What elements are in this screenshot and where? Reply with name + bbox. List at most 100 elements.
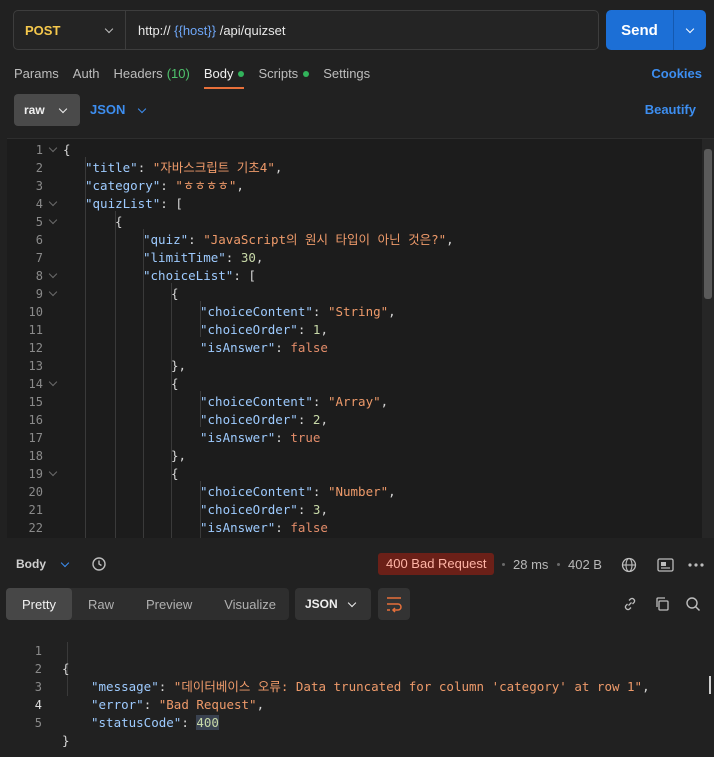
response-body-selector[interactable]: Body (16, 557, 70, 571)
code-text: { (171, 465, 179, 483)
wrap-lines-button[interactable] (378, 588, 410, 620)
editor-line: 2 "title": "자바스크립트 기초4", (7, 159, 707, 177)
code-text: "category": "ㅎㅎㅎㅎ", (85, 178, 244, 193)
tab-auth-label: Auth (72, 66, 100, 81)
json-punctuation: : [ (233, 268, 256, 283)
tab-raw[interactable]: Raw (72, 588, 130, 620)
url-input[interactable]: http:// {{host}} /api/quizset (126, 23, 285, 38)
json-key: "isAnswer" (200, 520, 276, 535)
tab-headers-label: Headers (113, 66, 163, 81)
response-format-label: JSON (305, 597, 338, 611)
tab-auth[interactable]: Auth (73, 66, 100, 89)
response-time[interactable]: 28 ms (513, 557, 548, 572)
code-text: "title": "자바스크립트 기초4", (85, 160, 283, 175)
separator-dot (502, 563, 505, 566)
cookies-link[interactable]: Cookies (651, 66, 702, 81)
code-text: "choiceContent": "Number", (200, 484, 396, 499)
send-button[interactable]: Send (606, 10, 674, 50)
fold-chevron-icon[interactable] (49, 201, 57, 209)
json-punctuation: }, (171, 448, 187, 463)
link-icon[interactable] (622, 596, 638, 612)
copy-icon[interactable] (654, 596, 670, 612)
line-number: 12 (28, 341, 43, 355)
body-format-selector[interactable]: JSON (90, 102, 147, 117)
json-key: "quizList" (85, 196, 161, 211)
editor-scroll-thumb[interactable] (704, 149, 712, 299)
editor-line: 16 "choiceOrder": 2, (7, 411, 707, 429)
json-key: "statusCode" (91, 715, 182, 730)
code-text: "quiz": "JavaScript의 원시 타입이 아닌 것은?", (143, 232, 454, 247)
response-line: 2 "message": "데이터베이스 오류: Data truncated … (0, 642, 700, 694)
response-format-selector[interactable]: JSON (295, 588, 371, 620)
line-number: 21 (28, 503, 43, 517)
response-body-label: Body (16, 557, 46, 571)
url-prefix: http:// (138, 22, 175, 38)
body-mode-selector[interactable]: raw (14, 94, 80, 126)
tab-preview[interactable]: Preview (130, 588, 208, 620)
fold-chevron-icon[interactable] (49, 381, 57, 389)
url-suffix: /api/quizset (216, 22, 286, 38)
code-text: "quizList": [ (85, 195, 183, 213)
search-icon[interactable] (685, 596, 701, 612)
tab-visualize[interactable]: Visualize (208, 588, 292, 620)
tab-pretty[interactable]: Pretty (6, 588, 72, 620)
tab-params-label: Params (14, 66, 59, 81)
json-string: "JavaScript의 원시 타입이 아닌 것은?" (203, 232, 447, 247)
line-number: 4 (35, 197, 43, 211)
json-key: "choiceContent" (200, 304, 313, 319)
chevron-down-icon (58, 105, 68, 115)
editor-line: 12 "isAnswer": false (7, 339, 707, 357)
method-selector[interactable]: POST (14, 11, 126, 49)
send-dropdown[interactable] (674, 10, 706, 50)
tab-params[interactable]: Params (14, 66, 59, 89)
status-badge[interactable]: 400 Bad Request (378, 553, 495, 575)
body-format-label: JSON (90, 102, 126, 117)
line-number: 14 (28, 377, 43, 391)
scripts-dot-indicator (303, 70, 310, 77)
json-punctuation: { (171, 376, 179, 391)
json-string: "String" (327, 304, 389, 319)
editor-line: 13}, (7, 357, 707, 375)
fold-chevron-icon[interactable] (49, 273, 57, 281)
tab-scripts[interactable]: Scripts (258, 66, 310, 89)
json-boolean: false (290, 520, 328, 535)
fold-chevron-icon[interactable] (49, 291, 57, 299)
editor-line: 11 "choiceOrder": 1, (7, 321, 707, 339)
more-options-icon[interactable] (688, 563, 704, 567)
fold-chevron-icon[interactable] (49, 219, 57, 227)
history-icon[interactable] (91, 556, 107, 572)
chevron-down-icon (685, 25, 695, 35)
globe-icon[interactable] (621, 557, 637, 573)
save-response-icon[interactable] (657, 558, 674, 572)
tab-body-label: Body (203, 66, 234, 81)
line-number: 22 (28, 521, 43, 535)
request-body-editor[interactable]: 1{2 "title": "자바스크립트 기초4", 3 "category": "ㅎ… (7, 138, 714, 538)
response-view-tabs: Pretty Raw Preview Visualize (6, 588, 289, 620)
editor-line: 20 "choiceContent": "Number", (7, 483, 707, 501)
fold-chevron-icon[interactable] (49, 471, 57, 479)
tab-settings[interactable]: Settings (323, 66, 370, 89)
tab-body[interactable]: Body (203, 66, 245, 89)
beautify-button[interactable]: Beautify (645, 102, 696, 117)
line-number: 13 (28, 359, 43, 373)
editor-line: 4 "quizList": [ (7, 195, 707, 213)
response-size[interactable]: 402 B (568, 557, 602, 572)
response-line: 4 "statusCode": 400 (0, 678, 700, 730)
code-text: "choiceOrder": 3, (200, 502, 328, 517)
code-text: }, (171, 357, 186, 375)
line-number: 5 (34, 716, 42, 730)
response-body-viewer[interactable]: 1 { 2 "message": "데이터베이스 오류: Data trunca… (0, 624, 714, 757)
body-dot-indicator (238, 70, 245, 77)
method-label: POST (25, 22, 61, 38)
json-key: "choiceContent" (200, 394, 313, 409)
json-key: "limitTime" (143, 250, 226, 265)
editor-line: 9{ (7, 285, 707, 303)
fold-chevron-icon[interactable] (49, 147, 57, 155)
code-text: } (62, 732, 70, 750)
request-tabs: Params Auth Headers (10) Body Scripts Set… (14, 66, 384, 89)
editor-scrollbar[interactable] (702, 139, 714, 538)
json-string: "Array" (327, 394, 381, 409)
line-number: 16 (28, 413, 43, 427)
tab-headers[interactable]: Headers (10) (114, 66, 190, 89)
json-punctuation: }, (171, 358, 187, 373)
